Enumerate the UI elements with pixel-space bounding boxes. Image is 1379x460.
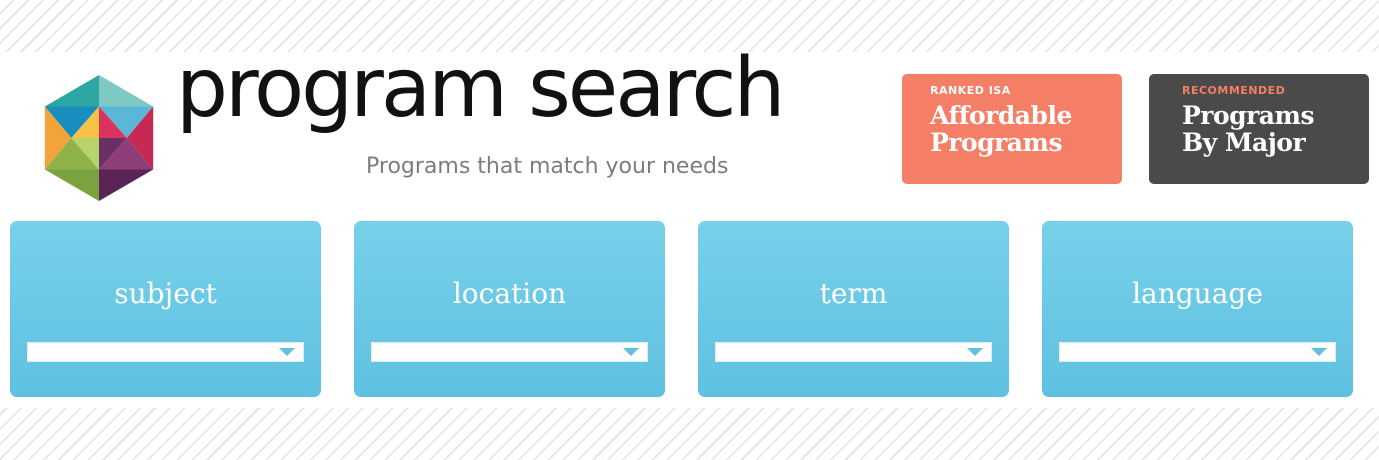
chevron-down-icon	[279, 348, 295, 356]
programs-by-major-button[interactable]: RECOMMENDED Programs By Major	[1149, 74, 1369, 184]
chevron-down-icon	[967, 348, 983, 356]
chevron-down-icon	[623, 348, 639, 356]
term-label: term	[819, 277, 888, 310]
location-dropdown[interactable]	[371, 342, 648, 362]
promo-kicker: RANKED ISA	[930, 84, 1011, 97]
language-label: language	[1132, 277, 1263, 310]
promo-kicker: RECOMMENDED	[1182, 84, 1286, 97]
term-dropdown[interactable]	[715, 342, 992, 362]
subject-filter-card: subject	[10, 221, 321, 397]
language-dropdown[interactable]	[1059, 342, 1336, 362]
hexagon-cube-logo-icon[interactable]	[36, 74, 162, 202]
subject-dropdown[interactable]	[27, 342, 304, 362]
promo-title: Affordable Programs	[930, 101, 1072, 157]
term-filter-card: term	[698, 221, 1009, 397]
subject-label: subject	[114, 277, 217, 310]
location-label: location	[452, 277, 567, 310]
promo-title: Programs By Major	[1182, 101, 1315, 157]
tagline: Programs that match your needs	[366, 154, 729, 179]
chevron-down-icon	[1311, 348, 1327, 356]
language-filter-card: language	[1042, 221, 1353, 397]
location-filter-card: location	[354, 221, 665, 397]
affordable-programs-button[interactable]: RANKED ISA Affordable Programs	[902, 74, 1122, 184]
page-title: program search	[176, 41, 785, 136]
